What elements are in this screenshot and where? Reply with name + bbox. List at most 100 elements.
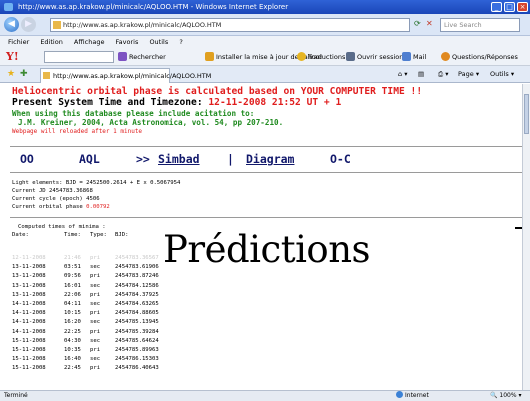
minimize-button[interactable]: _ bbox=[491, 2, 502, 12]
minima-type: sec bbox=[90, 301, 101, 307]
window-title-bar: http://www.as.ap.krakow.pl/minicalc/AQLO… bbox=[0, 0, 530, 14]
minima-date: 15-11-2008 bbox=[12, 337, 46, 344]
minima-date: 13-11-2008 bbox=[12, 264, 46, 271]
minima-bjd: 2454785.13945 bbox=[115, 319, 159, 326]
minima-date: 12-11-2008 bbox=[12, 255, 46, 261]
warning-icon bbox=[205, 52, 214, 61]
ie-app-icon bbox=[4, 3, 13, 11]
minima-bjd: 2454783.36567 bbox=[115, 255, 159, 261]
phase-heading: Heliocentric orbital phase is calculated… bbox=[12, 86, 423, 97]
tab-bar: ★ ✚ http://www.as.ap.krakow.pl/minicalc/… bbox=[0, 66, 530, 83]
open-session-label: Ouvrir session bbox=[357, 53, 404, 61]
minima-type: sec bbox=[90, 337, 101, 344]
zoom-value: 100% bbox=[499, 392, 517, 399]
stop-icon[interactable]: ✕ bbox=[426, 19, 433, 28]
minima-type: sec bbox=[90, 356, 101, 363]
mail-label: Mail bbox=[413, 53, 427, 61]
tab-label: http://www.as.ap.krakow.pl/minicalc/AQLO… bbox=[53, 72, 212, 80]
minima-bjd: 2454785.39284 bbox=[115, 328, 159, 335]
address-bar[interactable]: http://www.as.ap.krakow.pl/minicalc/AQLO… bbox=[50, 18, 410, 32]
minima-type: pri bbox=[90, 310, 101, 317]
menu-edit[interactable]: Edition bbox=[40, 38, 63, 46]
citation-reference: J.M. Kreiner, 2004, Acta Astronomica, vo… bbox=[18, 118, 284, 127]
page-menu[interactable]: Page ▾ bbox=[458, 66, 479, 83]
page-icon bbox=[43, 72, 50, 79]
close-button[interactable]: × bbox=[517, 2, 528, 12]
vertical-scrollbar[interactable] bbox=[522, 84, 530, 390]
minima-time: 10:35 bbox=[64, 347, 81, 353]
home-icon[interactable]: ⌂ ▾ bbox=[398, 66, 407, 83]
minima-time: 16:20 bbox=[64, 319, 81, 326]
menu-tools[interactable]: Outils bbox=[149, 38, 168, 46]
smiley-icon bbox=[297, 52, 306, 61]
search-input[interactable]: Live Search bbox=[440, 18, 520, 32]
maximize-button[interactable]: □ bbox=[504, 2, 515, 12]
print-icon[interactable]: ⎙ ▾ bbox=[438, 66, 449, 83]
minima-row: 15-11-2008 10:35 pri 2454785.89963 bbox=[12, 346, 202, 355]
minima-date: 14-11-2008 bbox=[12, 319, 46, 326]
minima-type: pri bbox=[90, 347, 101, 353]
header-bjd: BJD: bbox=[115, 232, 129, 238]
minima-type: pri bbox=[90, 273, 101, 280]
tools-menu-label: Outils bbox=[490, 70, 509, 78]
add-favorites-icon[interactable]: ✚ bbox=[20, 70, 28, 79]
page-menu-label: Page bbox=[458, 70, 474, 78]
minima-time: 16:40 bbox=[64, 356, 81, 363]
yahoo-toolbar: Y! Rechercher Installer la mise à jour d… bbox=[0, 48, 530, 66]
yahoo-logo[interactable]: Y! bbox=[6, 48, 19, 66]
translate-button[interactable]: Traductions bbox=[297, 48, 345, 66]
minima-time: 04:11 bbox=[64, 301, 81, 307]
answers-button[interactable]: Questions/Réponses bbox=[441, 48, 518, 66]
minima-time: 04:30 bbox=[64, 337, 81, 344]
zoom-level[interactable]: 🔍 100% ▾ bbox=[490, 391, 521, 401]
yahoo-search-label: Rechercher bbox=[129, 53, 166, 61]
window-title: http://www.as.ap.krakow.pl/minicalc/AQLO… bbox=[18, 3, 289, 11]
zoom-icon: 🔍 bbox=[490, 392, 498, 399]
system-time-label: Present System Time and Timezone: bbox=[12, 97, 203, 108]
minima-bjd: 2454784.88605 bbox=[115, 310, 159, 317]
open-session-button[interactable]: Ouvrir session bbox=[346, 48, 403, 66]
tab-aqloo[interactable]: http://www.as.ap.krakow.pl/minicalc/AQLO… bbox=[40, 68, 211, 83]
session-icon bbox=[346, 52, 355, 61]
yahoo-search-button[interactable]: Rechercher bbox=[118, 48, 166, 66]
divider bbox=[10, 146, 524, 147]
system-time-heading: Present System Time and Timezone: 12-11-… bbox=[12, 97, 341, 108]
translate-label: Traductions bbox=[308, 53, 346, 61]
citation-intro: When using this database please include … bbox=[12, 109, 255, 118]
forward-button[interactable]: ▶ bbox=[21, 17, 36, 32]
menu-view[interactable]: Affichage bbox=[74, 38, 105, 46]
simbad-link[interactable]: Simbad bbox=[158, 152, 200, 166]
minima-date: 13-11-2008 bbox=[12, 282, 46, 289]
menu-file[interactable]: Fichier bbox=[8, 38, 29, 46]
mail-button[interactable]: Mail bbox=[402, 48, 426, 66]
minima-bjd: 2454783.87246 bbox=[115, 273, 159, 280]
menu-help[interactable]: ? bbox=[179, 38, 182, 46]
favorites-star-icon[interactable]: ★ bbox=[7, 70, 15, 79]
minima-type: pri bbox=[90, 328, 101, 335]
feeds-icon[interactable]: ▤ bbox=[418, 66, 424, 83]
refresh-icon[interactable]: ⟳ bbox=[414, 19, 421, 28]
menu-bar: Fichier Edition Affichage Favoris Outils… bbox=[0, 36, 530, 48]
scrollbar-thumb[interactable] bbox=[524, 94, 529, 134]
minima-time: 22:45 bbox=[64, 365, 81, 372]
minima-row: 14-11-2008 04:11 sec 2454784.63265 bbox=[12, 300, 202, 309]
minima-type: pri bbox=[90, 255, 101, 261]
yahoo-search-input[interactable] bbox=[44, 51, 114, 63]
diagram-link[interactable]: Diagram bbox=[246, 152, 294, 166]
minima-type: sec bbox=[90, 319, 101, 326]
minima-row: 15-11-2008 22:45 pri 2454786.40643 bbox=[12, 364, 202, 373]
minima-bjd: 2454785.64624 bbox=[115, 337, 159, 344]
minima-date: 15-11-2008 bbox=[12, 365, 46, 372]
back-button[interactable]: ◀ bbox=[4, 17, 19, 32]
minima-type: sec bbox=[90, 264, 101, 271]
minima-row: 14-11-2008 10:15 pri 2454784.88605 bbox=[12, 309, 202, 318]
menu-favorites[interactable]: Favoris bbox=[116, 38, 139, 46]
minima-date: 14-11-2008 bbox=[12, 328, 46, 335]
tools-menu[interactable]: Outils ▾ bbox=[490, 66, 514, 83]
page-content: Heliocentric orbital phase is calculated… bbox=[10, 84, 528, 390]
divider bbox=[10, 217, 524, 218]
computed-minima-text: Computed times of minima : bbox=[18, 224, 106, 230]
minima-date: 15-11-2008 bbox=[12, 356, 46, 363]
zone-label: Internet bbox=[405, 392, 429, 399]
answers-label: Questions/Réponses bbox=[452, 53, 518, 61]
